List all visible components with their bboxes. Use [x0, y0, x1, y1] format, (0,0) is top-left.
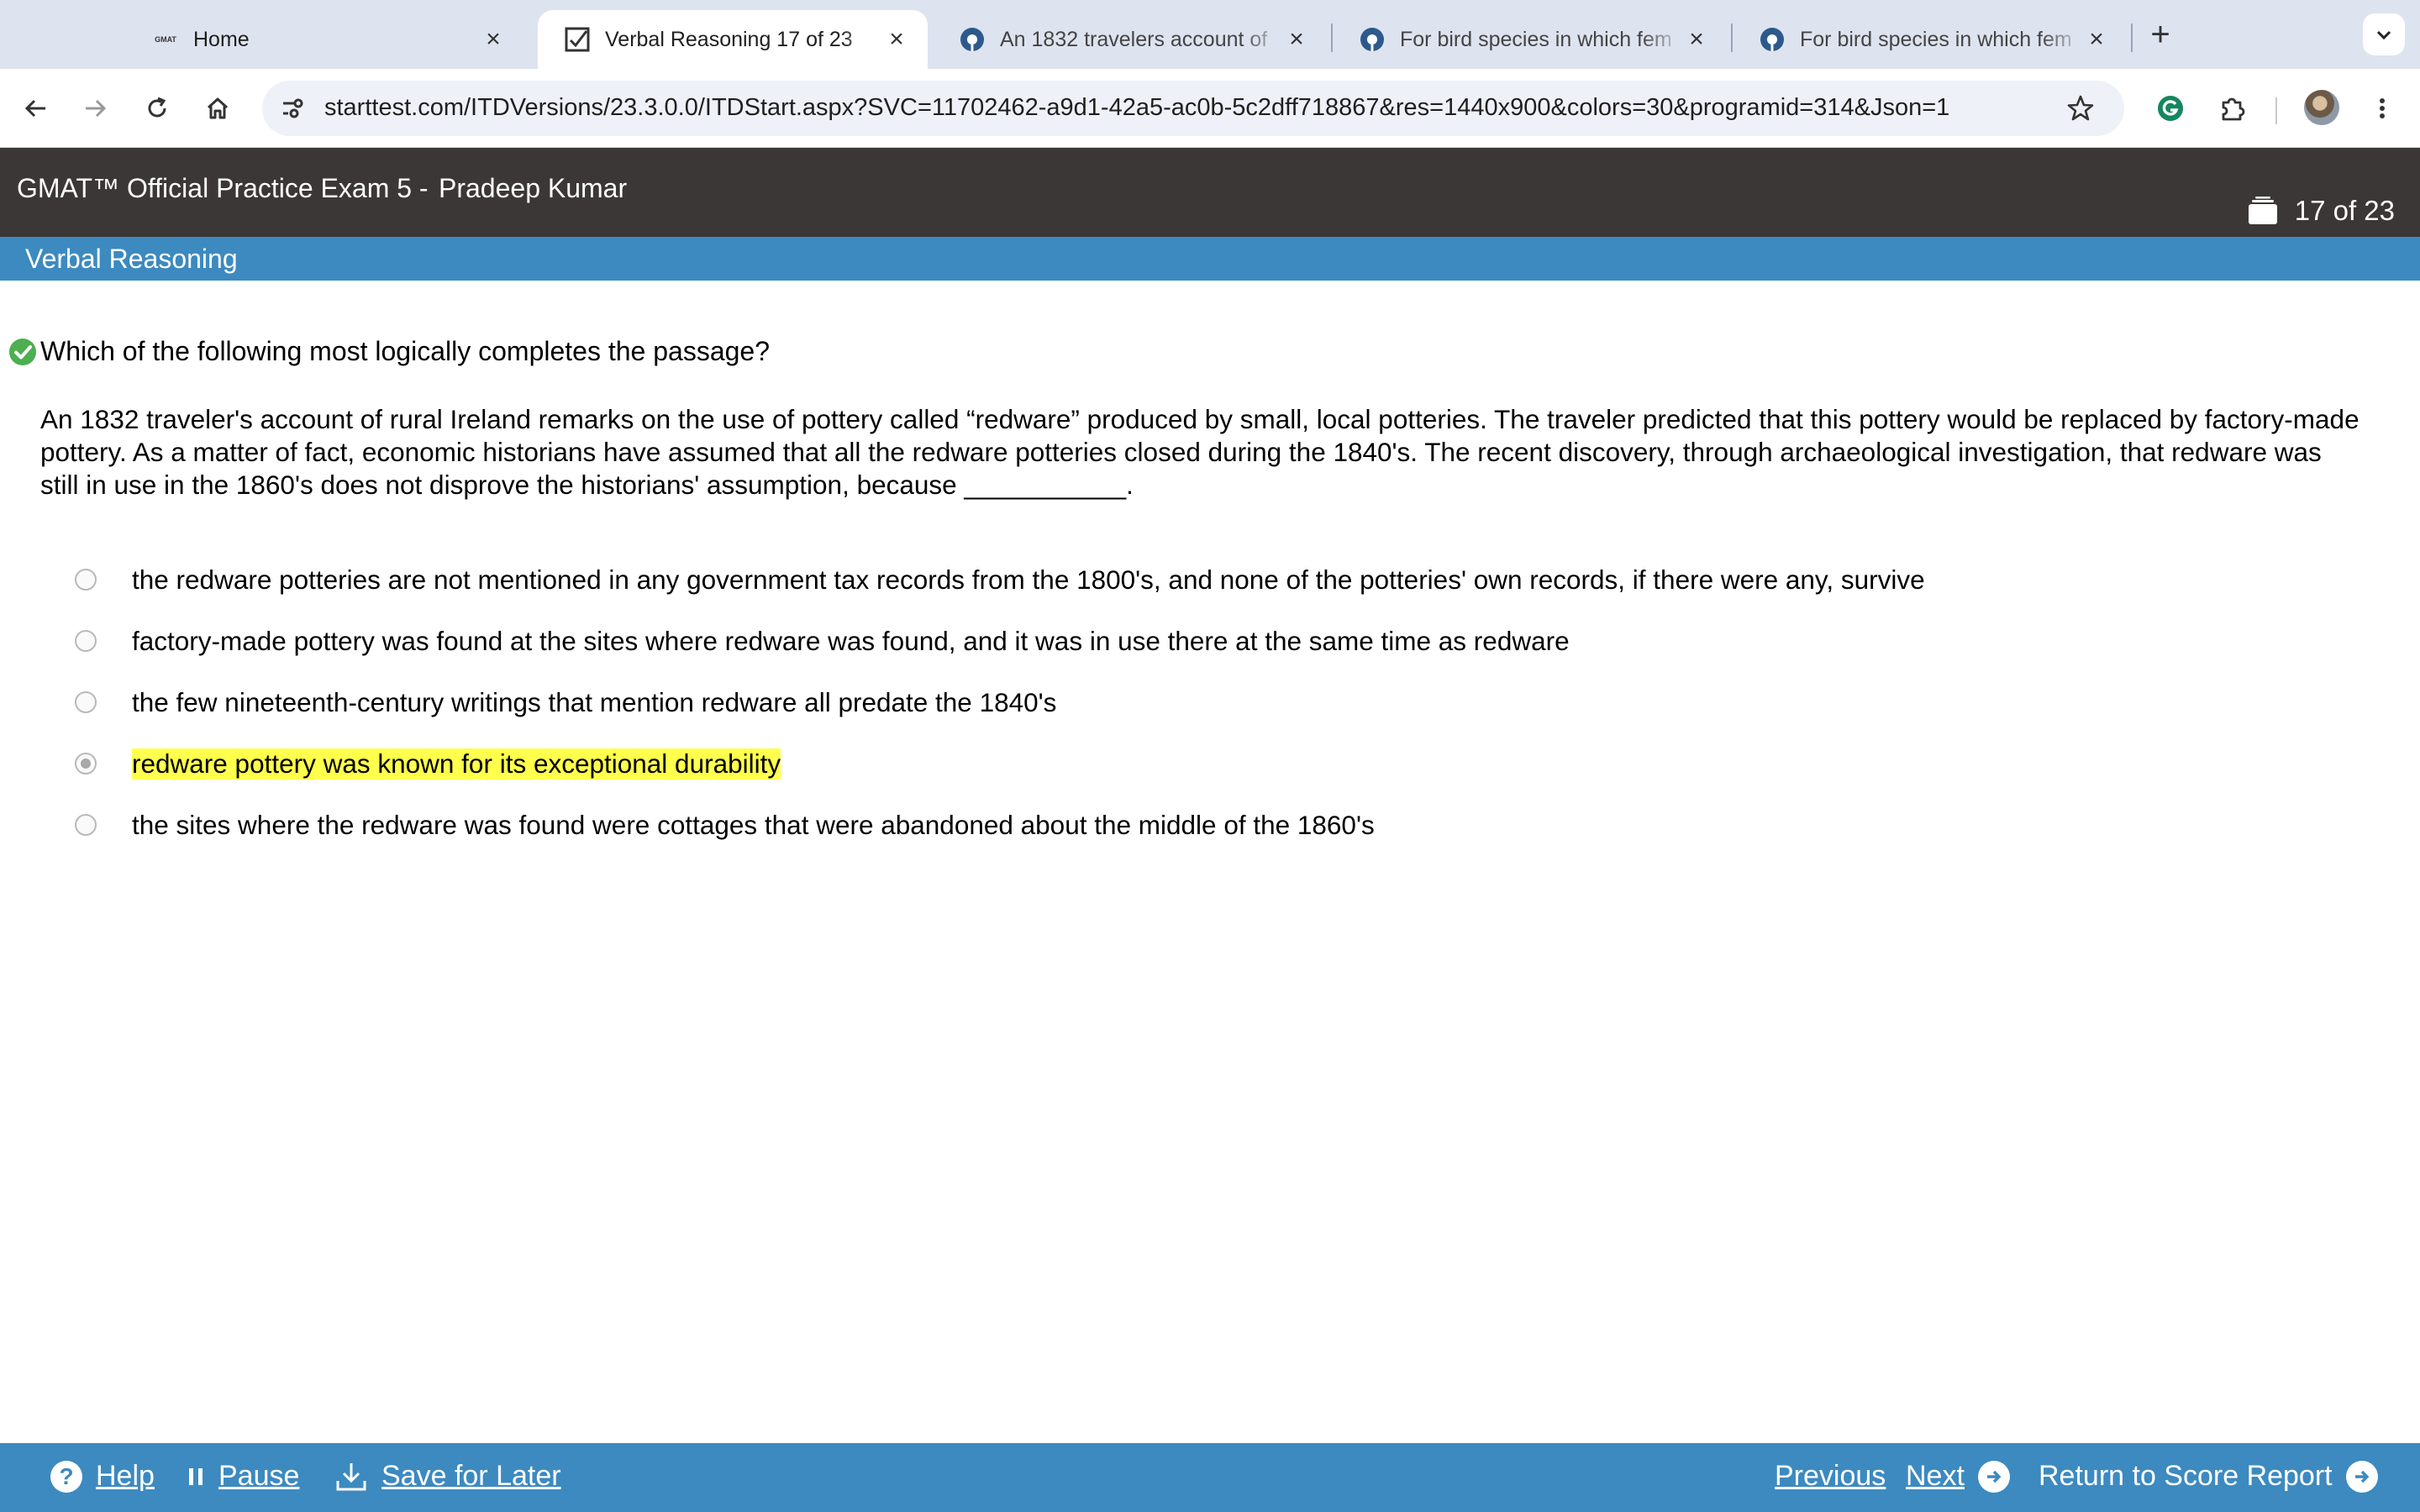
bookmark-star-icon[interactable]	[2062, 90, 2099, 127]
url-text: starttest.com/ITDVersions/23.3.0.0/ITDSt…	[324, 94, 1950, 121]
help-icon: ?	[50, 1460, 82, 1493]
pause-button[interactable]: Pause	[187, 1460, 299, 1493]
tab-bird-species-1[interactable]: For bird species in which fem ×	[1333, 10, 1728, 69]
chevron-down-icon	[2376, 30, 2391, 40]
exam-header: GMAT™ Official Practice Exam 5 - Pradeep…	[0, 148, 2420, 237]
candidate-name: Pradeep Kumar	[439, 173, 628, 203]
tab-title: For bird species in which fem	[1800, 27, 2072, 51]
answered-check-icon	[9, 338, 36, 365]
forum-icon	[1358, 25, 1386, 54]
grammarly-extension-button[interactable]	[2149, 87, 2191, 129]
tab-search-button[interactable]	[2363, 13, 2405, 55]
kebab-menu-icon	[2380, 98, 2385, 118]
exam-title: GMAT™ Official Practice Exam 5 -	[17, 173, 429, 203]
radio-button[interactable]	[75, 691, 97, 713]
help-label: Help	[96, 1460, 155, 1492]
answer-option-label: the sites where the redware was found we…	[132, 809, 1375, 840]
save-for-later-label: Save for Later	[381, 1460, 561, 1492]
answer-option-e[interactable]: the sites where the redware was found we…	[0, 800, 1933, 850]
question-counter: 17 of 23	[2248, 195, 2395, 227]
arrow-right-circle-icon	[1977, 1460, 2010, 1493]
extensions-button[interactable]	[2212, 87, 2254, 129]
home-button[interactable]	[197, 87, 239, 129]
section-title: Verbal Reasoning	[25, 244, 238, 274]
tab-redware-forum[interactable]: An 1832 travelers account of ×	[933, 10, 1328, 69]
tab-verbal-reasoning[interactable]: Verbal Reasoning 17 of 23 ×	[538, 10, 928, 69]
question-progress: 17 of 23	[2294, 195, 2395, 226]
answer-option-a[interactable]: the redware potteries are not mentioned …	[0, 554, 1933, 605]
radio-button[interactable]	[75, 630, 97, 652]
question-prompt: Which of the following most logically co…	[8, 336, 770, 367]
passage-text: An 1832 traveler's account of rural Irel…	[40, 404, 2360, 500]
tab-home[interactable]: GMAT Home ×	[126, 10, 524, 69]
arrow-right-circle-icon	[2345, 1460, 2378, 1493]
new-tab-button[interactable]: +	[2139, 13, 2181, 55]
help-button[interactable]: ? Help	[50, 1460, 155, 1493]
tab-title: Verbal Reasoning 17 of 23	[605, 27, 853, 51]
next-button[interactable]: Next	[1906, 1460, 2010, 1493]
tab-separator	[2131, 24, 2133, 52]
answer-option-b[interactable]: factory-made pottery was found at the si…	[0, 616, 1933, 666]
answer-option-d[interactable]: redware pottery was known for its except…	[0, 738, 1933, 789]
close-icon[interactable]: ×	[1284, 27, 1309, 52]
answer-option-c[interactable]: the few nineteenth-century writings that…	[0, 677, 1933, 727]
previous-button[interactable]: Previous	[1775, 1460, 1886, 1493]
arrow-right-icon	[86, 99, 107, 118]
tab-title: An 1832 travelers account of	[1000, 27, 1268, 51]
forward-button[interactable]	[74, 87, 116, 129]
question-stack-icon	[2248, 197, 2277, 224]
profile-avatar[interactable]	[2304, 90, 2339, 125]
back-button[interactable]	[15, 87, 57, 129]
close-icon[interactable]: ×	[481, 27, 506, 52]
radio-button[interactable]	[75, 814, 97, 836]
exam-footer: ? Help Pause Save for Later Previous Nex…	[0, 1443, 2420, 1512]
pause-icon	[187, 1466, 205, 1488]
pause-label: Pause	[218, 1460, 300, 1492]
answer-option-label: the few nineteenth-century writings that…	[132, 686, 1057, 717]
forum-icon	[1758, 25, 1786, 54]
radio-button-selected[interactable]	[75, 753, 97, 774]
tab-title: Home	[193, 27, 250, 51]
download-icon	[334, 1461, 368, 1493]
grammarly-icon	[2158, 96, 2183, 121]
arrow-left-icon	[24, 99, 45, 118]
return-to-score-report-label: Return to Score Report	[2039, 1460, 2333, 1492]
radio-button[interactable]	[75, 569, 97, 591]
browser-menu-button[interactable]	[2361, 87, 2403, 129]
answer-option-label: factory-made pottery was found at the si…	[132, 625, 1570, 656]
home-icon	[207, 97, 229, 119]
question-prompt-text: Which of the following most logically co…	[40, 336, 770, 366]
puzzle-icon	[2222, 97, 2245, 121]
tab-title: For bird species in which fem	[1400, 27, 1672, 51]
save-for-later-button[interactable]: Save for Later	[334, 1460, 561, 1493]
forum-icon	[958, 25, 986, 54]
next-label: Next	[1906, 1460, 1965, 1492]
return-to-score-report-button[interactable]: Return to Score Report	[2039, 1460, 2378, 1493]
section-bar: Verbal Reasoning	[0, 237, 2420, 281]
tab-bird-species-2[interactable]: For bird species in which fem ×	[1733, 10, 2128, 69]
answer-option-label: the redware potteries are not mentioned …	[132, 564, 1925, 595]
previous-label: Previous	[1775, 1460, 1886, 1492]
toolbar-divider	[2275, 97, 2277, 124]
close-icon[interactable]: ×	[884, 27, 909, 52]
close-icon[interactable]: ×	[2084, 27, 2109, 52]
exam-check-icon	[563, 25, 592, 54]
address-bar[interactable]: starttest.com/ITDVersions/23.3.0.0/ITDSt…	[262, 81, 2124, 136]
browser-toolbar: starttest.com/ITDVersions/23.3.0.0/ITDSt…	[0, 69, 2420, 148]
reload-icon	[148, 97, 166, 118]
answer-option-label-highlighted: redware pottery was known for its except…	[132, 748, 781, 780]
close-icon[interactable]: ×	[1684, 27, 1709, 52]
browser-tab-strip: GMAT Home × Verbal Reasoning 17 of 23 × …	[0, 0, 2420, 69]
site-settings-icon[interactable]	[274, 90, 311, 127]
gmat-favicon-icon: GMAT	[155, 35, 176, 44]
reload-button[interactable]	[136, 87, 178, 129]
